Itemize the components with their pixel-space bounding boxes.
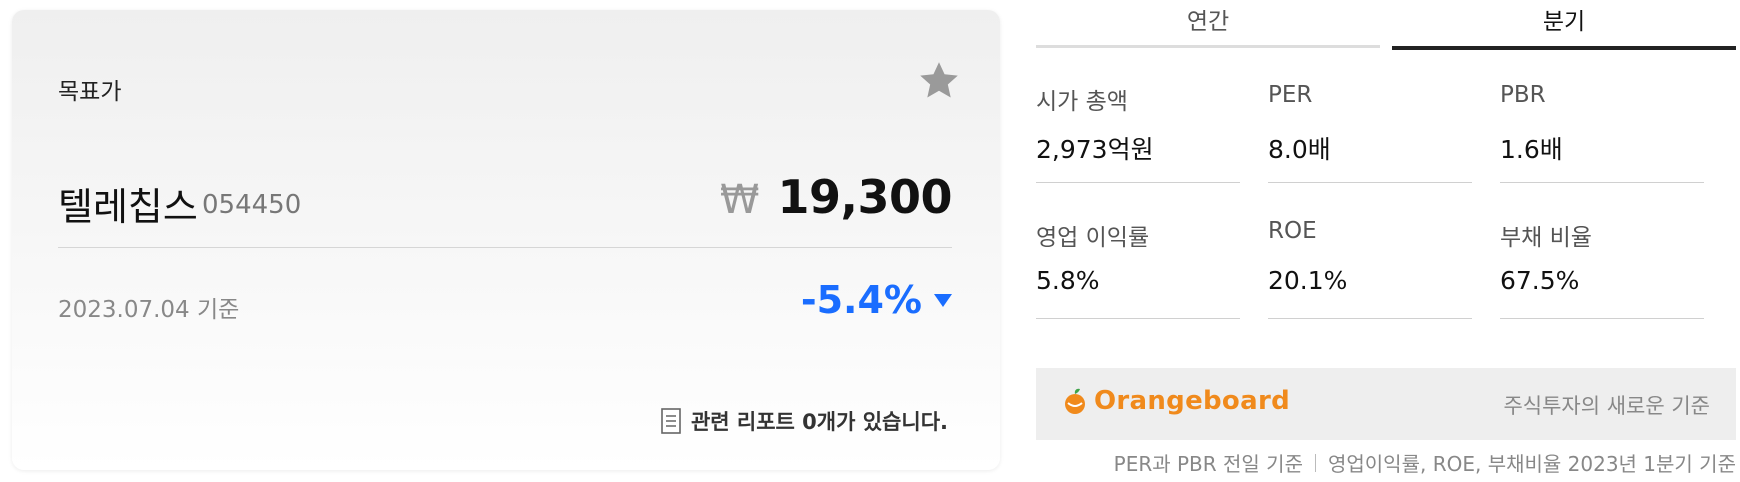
metric-value: 67.5% <box>1500 266 1580 295</box>
metric-market-cap: 시가 총액 2,973억원 <box>1036 82 1240 183</box>
metric-label: PER <box>1268 82 1313 108</box>
down-arrow-icon <box>934 293 952 307</box>
metric-value: 8.0배 <box>1268 135 1331 164</box>
metric-divider <box>1036 318 1240 319</box>
metric-label: 시가 총액 <box>1036 89 1128 115</box>
footnote: PER과 PBR 전일 기준 영업이익률, ROE, 부채비율 2023년 1분… <box>1114 448 1736 477</box>
metric-divider <box>1268 318 1472 319</box>
currency-symbol: ₩ <box>719 177 760 223</box>
tab-quarter-label: 분기 <box>1542 9 1586 35</box>
orangeboard-banner[interactable]: Orangeboard 주식투자의 새로운 기준 <box>1036 368 1736 440</box>
metric-divider <box>1036 182 1240 183</box>
metric-divider <box>1500 182 1704 183</box>
target-price: ₩ 19,300 <box>719 170 953 224</box>
tab-quarter[interactable]: 분기 <box>1392 0 1736 50</box>
metric-roe: ROE 20.1% <box>1268 218 1472 319</box>
card-title: 목표가 <box>58 79 122 105</box>
metric-value: 5.8% <box>1036 266 1100 295</box>
footnote-per-pbr: PER과 PBR 전일 기준 <box>1113 452 1303 476</box>
tab-annual-label: 연간 <box>1186 9 1230 35</box>
metric-label: 영업 이익률 <box>1036 225 1150 251</box>
banner-slogan: 주식투자의 새로운 기준 <box>1503 394 1710 418</box>
metric-value: 2,973억원 <box>1036 135 1154 164</box>
period-tabs: 연간 분기 <box>1036 0 1736 50</box>
metric-operating-margin: 영업 이익률 5.8% <box>1036 218 1240 319</box>
favorite-star-icon[interactable] <box>916 58 962 104</box>
metric-per: PER 8.0배 <box>1268 82 1472 183</box>
tab-annual-underline <box>1036 45 1380 48</box>
brand-text: Orangeboard <box>1094 386 1290 416</box>
metric-debt-ratio: 부채 비율 67.5% <box>1500 218 1704 319</box>
divider <box>58 247 952 248</box>
orange-icon <box>1065 388 1085 414</box>
metric-pbr: PBR 1.6배 <box>1500 82 1704 183</box>
metric-label: 부채 비율 <box>1500 225 1592 251</box>
tab-quarter-underline <box>1392 46 1736 50</box>
metric-divider <box>1500 318 1704 319</box>
document-icon <box>661 408 681 434</box>
report-text: 관련 리포트 0개가 있습니다. <box>690 410 948 434</box>
metric-label: ROE <box>1268 218 1317 244</box>
brand-logo: Orangeboard <box>1062 386 1290 416</box>
metric-value: 1.6배 <box>1500 135 1563 164</box>
tab-annual[interactable]: 연간 <box>1036 0 1380 50</box>
target-price-card: 목표가 텔레칩스 054450 ₩ 19,300 2023.07.04 기준 -… <box>12 10 1000 470</box>
metric-value: 20.1% <box>1268 266 1348 295</box>
price-change: -5.4% <box>801 278 952 322</box>
metric-label: PBR <box>1500 82 1546 108</box>
change-value: -5.4% <box>800 278 922 322</box>
stock-code: 054450 <box>202 190 302 220</box>
related-reports-link[interactable]: 관련 리포트 0개가 있습니다. <box>661 406 948 436</box>
stock-name: 텔레칩스 <box>58 185 198 229</box>
metric-divider <box>1268 182 1472 183</box>
footnote-ratios: 영업이익률, ROE, 부채비율 2023년 1분기 기준 <box>1327 452 1736 476</box>
price-value: 19,300 <box>777 170 952 224</box>
footnote-separator <box>1314 453 1316 472</box>
date-basis: 2023.07.04 기준 <box>58 297 240 323</box>
